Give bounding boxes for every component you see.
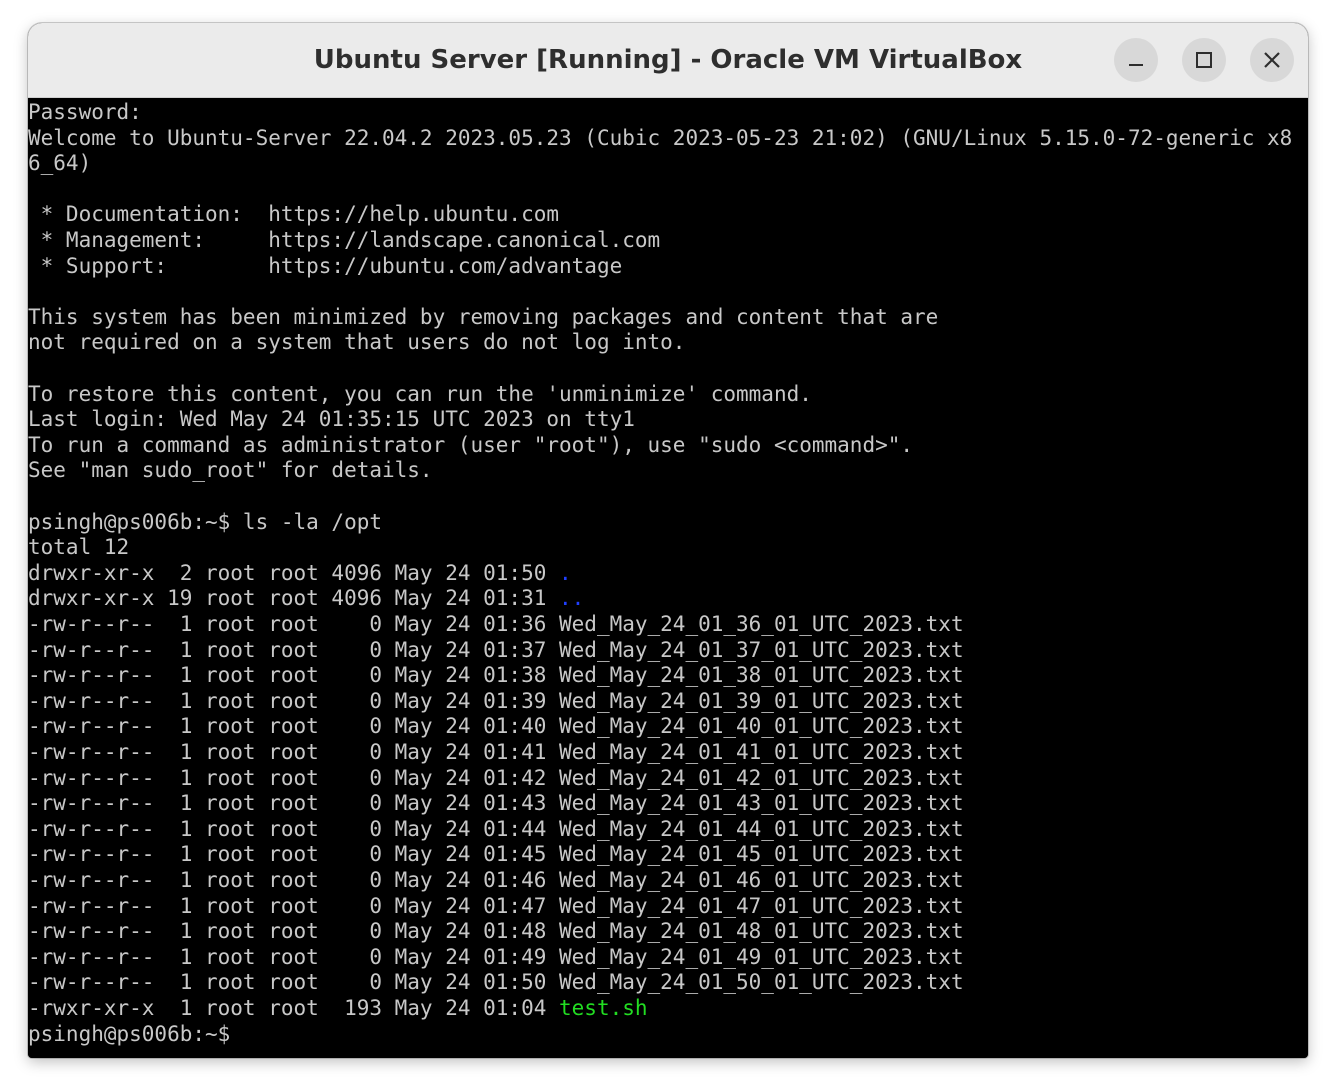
terminal-text: not required on a system that users do n…: [28, 330, 686, 355]
file-metadata: -rw-r--r-- 1 root root 0 May 24 01:38: [28, 663, 560, 688]
terminal-text: * Management: https://landscape.canonica…: [28, 228, 661, 252]
terminal-line: * Management: https://landscape.canonica…: [28, 228, 661, 254]
file-metadata: -rw-r--r-- 1 root root 0 May 24 01:37: [28, 637, 560, 662]
file-metadata: -rw-r--r-- 1 root root 0 May 24 01:47: [28, 893, 560, 918]
file-metadata: -rw-r--r-- 1 root root 0 May 24 01:50: [28, 970, 560, 995]
terminal-text: To restore this content, you can run the…: [28, 381, 812, 406]
terminal-text: This system has been minimized by removi…: [28, 304, 939, 329]
terminal-text: Welcome to Ubuntu-Server 22.04.2 2023.05…: [28, 125, 1293, 150]
prompt-line: psingh@ps006b:~$: [28, 1022, 243, 1048]
minimize-button[interactable]: [1114, 38, 1158, 82]
terminal-line: 6_64): [28, 151, 91, 177]
listing-total: total 12: [28, 535, 129, 561]
close-icon: [1264, 52, 1280, 68]
minimize-icon: [1129, 64, 1143, 66]
directory-name: .: [559, 560, 572, 585]
terminal-line: To run a command as administrator (user …: [28, 433, 913, 459]
listing-row: -rwxr-xr-x 1 root root 193 May 24 01:04 …: [28, 996, 648, 1022]
terminal-line: This system has been minimized by removi…: [28, 305, 938, 331]
file-name: Wed_May_24_01_41_01_UTC_2023.txt: [559, 740, 964, 764]
terminal-text: Last login: Wed May 24 01:35:15 UTC 2023…: [28, 407, 635, 432]
title-bar[interactable]: Ubuntu Server [Running] - Oracle VM Virt…: [28, 23, 1308, 98]
file-metadata: -rwxr-xr-x 1 root root 193 May 24 01:04: [28, 996, 560, 1020]
shell-prompt: psingh@ps006b:~$: [28, 1021, 243, 1046]
listing-row: -rw-r--r-- 1 root root 0 May 24 01:45 We…: [28, 842, 964, 868]
file-name: Wed_May_24_01_43_01_UTC_2023.txt: [559, 791, 964, 816]
file-metadata: -rw-r--r-- 1 root root 0 May 24 01:49: [28, 944, 560, 969]
file-name: Wed_May_24_01_48_01_UTC_2023.txt: [559, 919, 964, 944]
listing-row: -rw-r--r-- 1 root root 0 May 24 01:41 We…: [28, 740, 964, 766]
file-metadata: -rw-r--r-- 1 root root 0 May 24 01:36: [28, 612, 560, 636]
terminal-text: * Support: https://ubuntu.com/advantage: [28, 253, 623, 278]
file-metadata: -rw-r--r-- 1 root root 0 May 24 01:42: [28, 765, 560, 790]
file-name: Wed_May_24_01_39_01_UTC_2023.txt: [559, 688, 964, 713]
terminal-line: not required on a system that users do n…: [28, 330, 685, 356]
listing-row: -rw-r--r-- 1 root root 0 May 24 01:37 We…: [28, 638, 964, 664]
file-metadata: -rw-r--r-- 1 root root 0 May 24 01:40: [28, 714, 560, 739]
file-name: Wed_May_24_01_37_01_UTC_2023.txt: [559, 637, 964, 662]
file-name: Wed_May_24_01_45_01_UTC_2023.txt: [559, 842, 964, 867]
file-name: Wed_May_24_01_49_01_UTC_2023.txt: [559, 944, 964, 969]
close-button[interactable]: [1250, 38, 1294, 82]
command-text: psingh@ps006b:~$ ls -la /opt: [28, 509, 383, 534]
terminal-line: * Support: https://ubuntu.com/advantage: [28, 253, 623, 280]
file-metadata: drwxr-xr-x 2 root root 4096 May 24 01:50: [28, 560, 560, 585]
file-metadata: -rw-r--r-- 1 root root 0 May 24 01:46: [28, 868, 560, 892]
file-name: Wed_May_24_01_50_01_UTC_2023.txt: [559, 970, 964, 995]
listing-row: -rw-r--r-- 1 root root 0 May 24 01:47 We…: [28, 894, 964, 920]
file-name: Wed_May_24_01_42_01_UTC_2023.txt: [559, 765, 964, 790]
file-metadata: -rw-r--r-- 1 root root 0 May 24 01:41: [28, 740, 560, 764]
terminal-line: See "man sudo_root" for details.: [28, 458, 433, 484]
listing-row: drwxr-xr-x 2 root root 4096 May 24 01:50…: [28, 561, 572, 587]
file-metadata: -rw-r--r-- 1 root root 0 May 24 01:45: [28, 842, 560, 867]
listing-row: -rw-r--r-- 1 root root 0 May 24 01:39 We…: [28, 689, 964, 715]
listing-row: -rw-r--r-- 1 root root 0 May 24 01:42 We…: [28, 766, 964, 792]
listing-row: -rw-r--r-- 1 root root 0 May 24 01:44 We…: [28, 817, 964, 843]
terminal-text: * Documentation: https://help.ubuntu.com: [28, 202, 560, 227]
maximize-icon: [1196, 52, 1212, 68]
listing-row: -rw-r--r-- 1 root root 0 May 24 01:36 We…: [28, 612, 964, 638]
terminal-text: Password:: [28, 100, 142, 124]
terminal-line: To restore this content, you can run the…: [28, 382, 812, 408]
total-text: total 12: [28, 535, 130, 560]
terminal-text: To run a command as administrator (user …: [28, 432, 914, 457]
vm-console-screen[interactable]: Password: Welcome to Ubuntu-Server 22.04.…: [28, 98, 1308, 1058]
terminal-line: Password:: [28, 100, 142, 126]
executable-name: test.sh: [559, 996, 648, 1020]
directory-name: ..: [559, 586, 585, 611]
file-name: Wed_May_24_01_44_01_UTC_2023.txt: [559, 816, 964, 841]
file-metadata: -rw-r--r-- 1 root root 0 May 24 01:43: [28, 791, 560, 816]
terminal-line: Last login: Wed May 24 01:35:15 UTC 2023…: [28, 407, 635, 433]
listing-row: drwxr-xr-x 19 root root 4096 May 24 01:3…: [28, 586, 584, 612]
file-name: Wed_May_24_01_38_01_UTC_2023.txt: [559, 663, 964, 688]
file-name: Wed_May_24_01_46_01_UTC_2023.txt: [559, 868, 964, 892]
command-line: psingh@ps006b:~$ ls -la /opt: [28, 510, 382, 536]
file-metadata: -rw-r--r-- 1 root root 0 May 24 01:44: [28, 816, 560, 841]
listing-row: -rw-r--r-- 1 root root 0 May 24 01:43 We…: [28, 791, 964, 817]
virtualbox-window: Ubuntu Server [Running] - Oracle VM Virt…: [28, 23, 1308, 1058]
listing-row: -rw-r--r-- 1 root root 0 May 24 01:49 We…: [28, 945, 964, 971]
file-metadata: -rw-r--r-- 1 root root 0 May 24 01:48: [28, 919, 560, 944]
terminal-line: * Documentation: https://help.ubuntu.com: [28, 202, 559, 228]
terminal-line: Welcome to Ubuntu-Server 22.04.2 2023.05…: [28, 126, 1292, 152]
listing-row: -rw-r--r-- 1 root root 0 May 24 01:50 We…: [28, 970, 964, 996]
terminal-text: 6_64): [28, 151, 92, 176]
file-metadata: drwxr-xr-x 19 root root 4096 May 24 01:3…: [28, 586, 560, 611]
file-name: Wed_May_24_01_47_01_UTC_2023.txt: [559, 893, 964, 918]
maximize-button[interactable]: [1182, 38, 1226, 82]
file-name: Wed_May_24_01_40_01_UTC_2023.txt: [559, 714, 964, 739]
listing-row: -rw-r--r-- 1 root root 0 May 24 01:38 We…: [28, 663, 964, 689]
listing-row: -rw-r--r-- 1 root root 0 May 24 01:40 We…: [28, 714, 964, 740]
terminal-text: See "man sudo_root" for details.: [28, 458, 433, 483]
listing-row: -rw-r--r-- 1 root root 0 May 24 01:48 We…: [28, 919, 964, 945]
file-name: Wed_May_24_01_36_01_UTC_2023.txt: [559, 612, 964, 636]
listing-row: -rw-r--r-- 1 root root 0 May 24 01:46 We…: [28, 868, 964, 894]
file-metadata: -rw-r--r-- 1 root root 0 May 24 01:39: [28, 688, 560, 713]
